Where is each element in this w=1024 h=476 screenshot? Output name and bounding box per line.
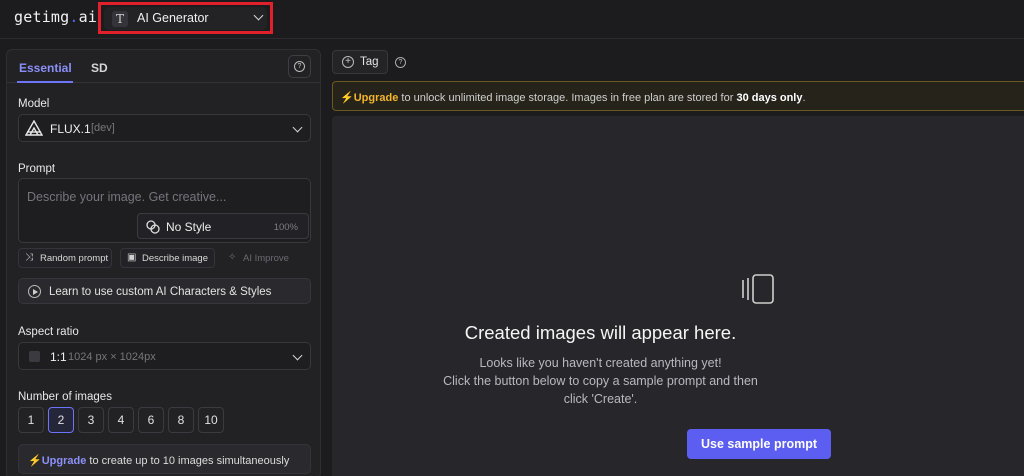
image-count-option[interactable]: 8 <box>168 407 194 433</box>
ai-improve-button[interactable]: ✧ AI Improve <box>221 248 293 268</box>
image-gallery-area <box>332 116 1024 476</box>
image-count-option-selected[interactable]: 2 <box>48 407 74 433</box>
flux-logo-icon <box>25 120 43 136</box>
tag-label: Tag <box>360 56 379 68</box>
tag-help-icon[interactable]: ? <box>395 57 406 68</box>
learn-label: Learn to use custom AI Characters & Styl… <box>49 286 272 298</box>
tab-sd[interactable]: SD <box>91 61 108 75</box>
active-tab-indicator <box>17 81 73 83</box>
chevron-down-icon <box>292 122 303 133</box>
square-ratio-icon <box>29 351 40 362</box>
logo-tail: ai <box>78 8 98 26</box>
aspect-ratio-label: Aspect ratio <box>18 326 79 338</box>
upgrade-banner: ⚡Upgrade to create up to 10 images simul… <box>18 444 311 474</box>
learn-custom-characters-button[interactable]: Learn to use custom AI Characters & Styl… <box>18 278 311 304</box>
prompt-label: Prompt <box>18 163 56 175</box>
upgrade-link[interactable]: Upgrade <box>354 92 399 104</box>
tool-selector-label: AI Generator <box>137 11 209 25</box>
gallery-empty-icon <box>742 274 774 304</box>
model-name: FLUX.1 <box>50 122 91 136</box>
logo-main: getimg <box>14 8 70 26</box>
chevron-down-icon <box>292 350 303 361</box>
storage-notice-banner: ⚡Upgrade to unlock unlimited image stora… <box>332 81 1024 111</box>
empty-state-title: Created images will appear here. <box>464 322 737 343</box>
empty-state-line-1: Looks like you haven't created anything … <box>479 356 722 370</box>
tag-button[interactable]: + Tag <box>332 50 388 74</box>
style-icon <box>146 220 160 234</box>
model-label: Model <box>18 98 50 110</box>
image-count-option[interactable]: 4 <box>108 407 134 433</box>
empty-state-line-3: click 'Create'. <box>563 392 638 406</box>
notice-strong-text: 30 days only <box>736 92 803 104</box>
play-icon <box>28 285 41 298</box>
style-strength: 100% <box>273 222 298 233</box>
settings-panel: Essential SD ? Model FLUX.1 [dev] Prompt… <box>6 49 321 476</box>
image-count-option[interactable]: 6 <box>138 407 164 433</box>
help-button[interactable]: ? <box>288 55 311 78</box>
question-icon: ? <box>294 61 305 72</box>
shuffle-icon: ⤨ <box>25 252 33 263</box>
image-count-option[interactable]: 10 <box>198 407 224 433</box>
model-select[interactable]: FLUX.1 [dev] <box>18 114 311 142</box>
number-of-images-label: Number of images <box>18 391 112 403</box>
describe-image-label: Describe image <box>142 253 208 264</box>
random-prompt-label: Random prompt <box>40 253 109 264</box>
aspect-ratio-select[interactable]: 1:1 1024 px × 1024px <box>18 342 311 370</box>
upgrade-text: to create up to 10 images simultaneously <box>86 455 290 467</box>
tool-selector-dropdown[interactable]: T AI Generator <box>104 7 267 30</box>
top-bar: getimg.ai T AI Generator <box>0 0 1024 39</box>
logo[interactable]: getimg.ai <box>14 8 97 26</box>
panel-tabs: Essential SD ? <box>7 50 320 83</box>
style-selector[interactable]: No Style 100% <box>137 213 309 239</box>
aspect-ratio-value: 1:1 <box>50 350 67 364</box>
logo-dot: . <box>69 8 79 26</box>
text-tool-icon: T <box>112 11 128 27</box>
empty-state-line-2: Click the button below to copy a sample … <box>443 374 758 388</box>
tab-essential[interactable]: Essential <box>19 61 72 75</box>
image-count-option[interactable]: 1 <box>18 407 44 433</box>
image-icon: ▣ <box>127 252 137 263</box>
notice-text-end: . <box>802 92 806 104</box>
style-label: No Style <box>166 220 212 234</box>
model-variant: [dev] <box>91 122 115 134</box>
sparkle-icon: ✧ <box>228 252 237 263</box>
describe-image-button[interactable]: ▣ Describe image <box>120 248 215 268</box>
chevron-down-icon <box>253 10 264 21</box>
image-count-option[interactable]: 3 <box>78 407 104 433</box>
prompt-input[interactable]: Describe your image. Get creative... No … <box>18 178 311 243</box>
notice-text: to unlock unlimited image storage. Image… <box>398 92 737 104</box>
prompt-placeholder: Describe your image. Get creative... <box>27 190 227 204</box>
bolt-icon: ⚡ <box>28 455 42 467</box>
ai-improve-label: AI Improve <box>243 253 289 264</box>
use-sample-prompt-button[interactable]: Use sample prompt <box>687 429 831 459</box>
plus-circle-icon: + <box>342 56 354 68</box>
random-prompt-button[interactable]: ⤨ Random prompt <box>18 248 112 268</box>
aspect-dimensions: 1024 px × 1024px <box>68 351 156 363</box>
upgrade-link[interactable]: Upgrade <box>42 455 87 467</box>
bolt-icon: ⚡ <box>340 92 354 104</box>
tool-selector-highlight: T AI Generator <box>98 2 273 34</box>
